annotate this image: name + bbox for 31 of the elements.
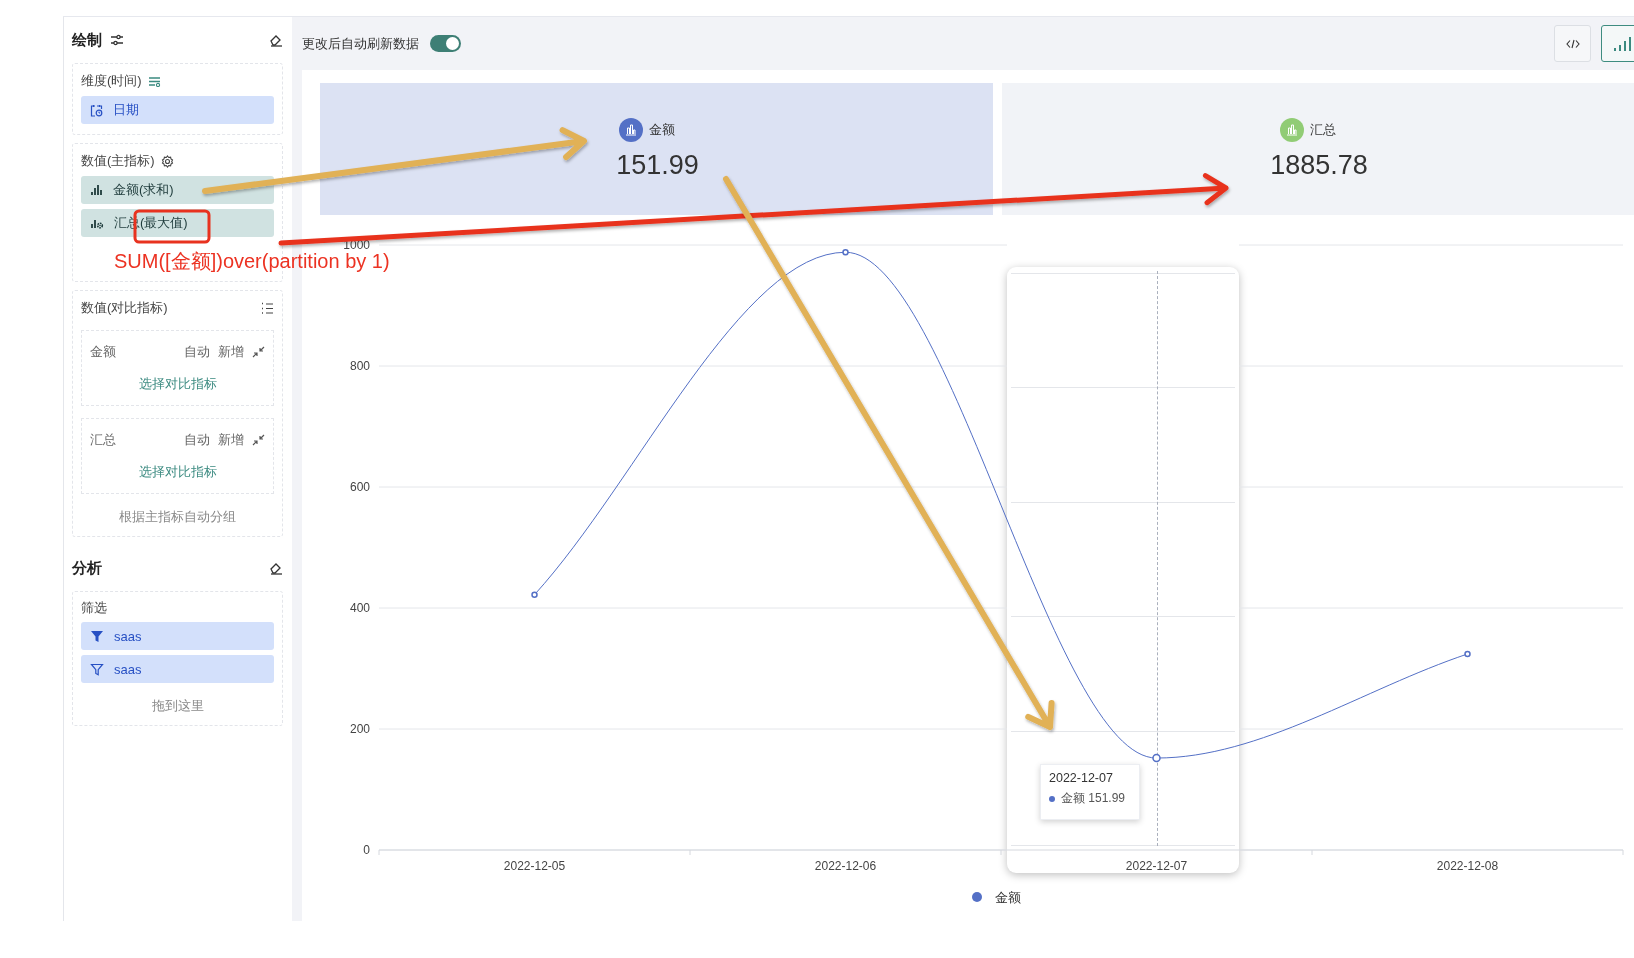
kpi-label: 汇总 — [1310, 120, 1336, 139]
kpi-value: 1885.78 — [1270, 149, 1368, 181]
y-tick-label: 600 — [349, 480, 370, 494]
field-label: 金额(求和) — [113, 181, 174, 199]
panel-title: 数值(主指标) — [81, 152, 155, 170]
field-label: 日期 — [113, 101, 139, 119]
drop-hint: 拖到这里 — [151, 697, 204, 715]
y-tick-label: 200 — [349, 722, 370, 736]
panel-title: 筛选 — [81, 599, 108, 617]
field-label: saas — [114, 661, 142, 677]
kpi-label: 金额 — [648, 120, 675, 139]
kpi-value: 151.99 — [616, 149, 699, 181]
field-label: saas — [114, 628, 142, 644]
hint-text: 根据主指标自动分组 — [119, 508, 236, 526]
panel-title: 维度(时间) — [81, 72, 142, 90]
x-tick-label: 2022-12-08 — [1436, 859, 1499, 873]
x-tick-label: 2022-12-06 — [814, 859, 877, 873]
toggle-label: 更改后自动刷新数据 — [302, 34, 419, 53]
metric-name: 汇总 — [90, 431, 116, 449]
tooltip-value: 金额 151.99 — [1061, 790, 1126, 807]
section-title: 绘制 — [72, 30, 102, 50]
panel-title: 数值(对比指标) — [81, 299, 168, 317]
metric-name: 金额 — [90, 343, 116, 361]
annotation-text: SUM([金额])over(partition by 1) — [114, 249, 390, 274]
x-tick-label: 2022-12-07 — [1125, 859, 1188, 873]
tooltip-title: 2022-12-07 — [1049, 771, 1114, 785]
y-tick-label: 800 — [349, 359, 370, 373]
y-tick-label: 400 — [349, 601, 370, 615]
section-title: 分析 — [72, 558, 102, 578]
y-tick-label: 0 — [363, 843, 370, 857]
x-tick-label: 2022-12-05 — [503, 859, 566, 873]
